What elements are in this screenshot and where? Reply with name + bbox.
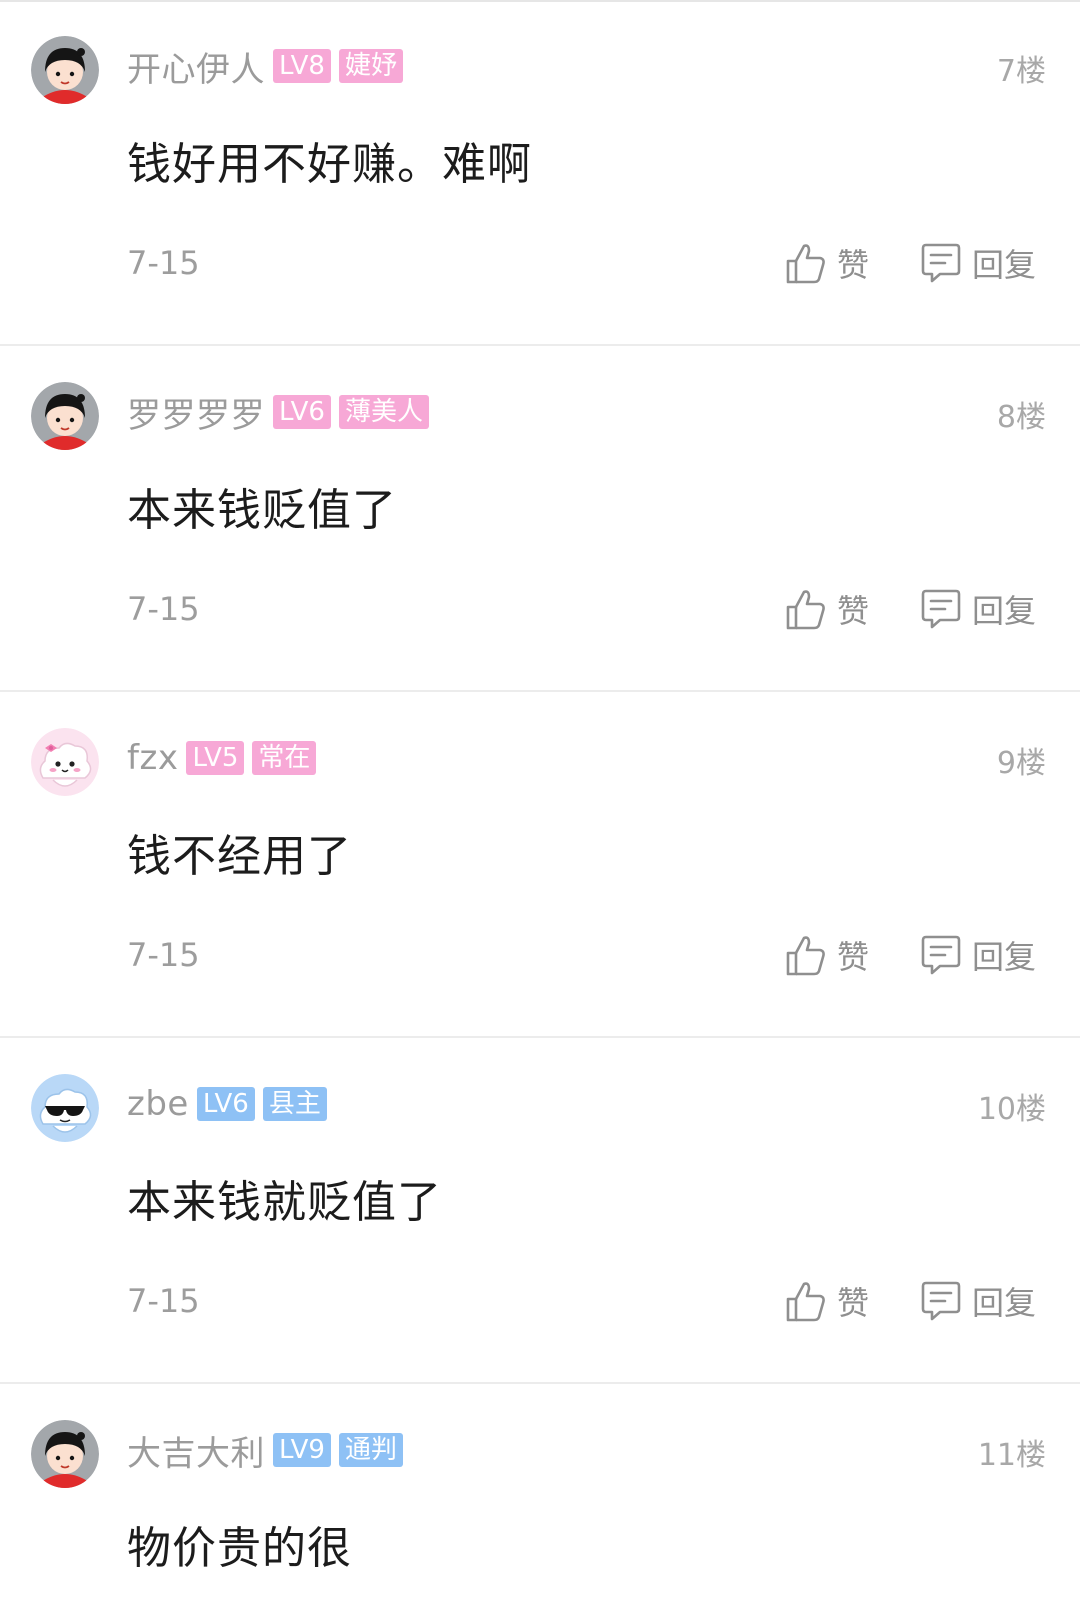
user-avatar[interactable] bbox=[31, 36, 99, 104]
user-avatar[interactable] bbox=[31, 382, 99, 450]
like-label: 赞 bbox=[837, 592, 870, 630]
like-label: 赞 bbox=[837, 938, 870, 976]
floor-number: 10楼 bbox=[977, 1092, 1046, 1127]
floor-number: 9楼 bbox=[996, 746, 1046, 781]
reply-button[interactable]: 回复 bbox=[920, 1276, 1036, 1326]
level-badge: LV8 bbox=[273, 49, 331, 83]
comment-bubble-icon bbox=[921, 1281, 961, 1321]
reply-label: 回复 bbox=[972, 592, 1037, 630]
girl-avatar-icon bbox=[31, 1420, 99, 1488]
comment-text: 钱不经用了 bbox=[127, 831, 352, 882]
title-badge: 薄美人 bbox=[338, 395, 429, 429]
level-badge: LV9 bbox=[273, 1433, 331, 1467]
floor-number: 8楼 bbox=[996, 400, 1046, 435]
user-meta: 开心伊人 LV8 婕妤 bbox=[127, 42, 403, 90]
floor-number: 7楼 bbox=[996, 54, 1046, 89]
title-badge: 县主 bbox=[262, 1087, 327, 1121]
comment-text: 钱好用不好赚。难啊 bbox=[127, 139, 532, 190]
user-avatar[interactable] bbox=[31, 728, 99, 796]
title-badge: 通判 bbox=[338, 1433, 403, 1467]
level-badge: LV6 bbox=[196, 1087, 255, 1121]
comment-date: 7-15 bbox=[127, 590, 200, 628]
girl-avatar-icon bbox=[31, 36, 99, 104]
comment-item: 开心伊人 LV8 婕妤 7楼 钱好用不好赚。难啊 7-15 赞 回复 bbox=[0, 0, 1080, 346]
user-meta: zbe LV6 县主 bbox=[127, 1080, 327, 1128]
comment-bubble-icon bbox=[921, 589, 961, 629]
comment-text: 本来钱就贬值了 bbox=[127, 1177, 442, 1228]
pink-cloud-avatar-icon bbox=[31, 728, 99, 796]
user-meta: 罗罗罗罗 LV6 薄美人 bbox=[127, 388, 429, 436]
thumbs-up-icon bbox=[786, 1282, 825, 1322]
reply-label: 回复 bbox=[972, 1284, 1037, 1322]
username[interactable]: 开心伊人 bbox=[127, 42, 265, 91]
comment-date: 7-15 bbox=[127, 1282, 200, 1320]
user-meta: fzx LV5 常在 bbox=[127, 734, 317, 782]
girl-avatar-icon bbox=[31, 382, 99, 450]
like-button[interactable]: 赞 bbox=[785, 584, 869, 634]
like-button[interactable]: 赞 bbox=[785, 238, 869, 288]
comment-item: 大吉大利 LV9 通判 11楼 物价贵的很 bbox=[0, 1384, 1080, 1624]
like-button[interactable]: 赞 bbox=[785, 930, 869, 980]
comment-item: fzx LV5 常在 9楼 钱不经用了 7-15 赞 回复 bbox=[0, 692, 1080, 1038]
reply-label: 回复 bbox=[972, 938, 1037, 976]
comment-date: 7-15 bbox=[127, 936, 200, 974]
level-badge: LV5 bbox=[186, 741, 245, 775]
username[interactable]: zbe bbox=[127, 1084, 189, 1124]
reply-button[interactable]: 回复 bbox=[920, 238, 1036, 288]
title-badge: 婕妤 bbox=[338, 49, 403, 83]
username[interactable]: 大吉大利 bbox=[127, 1426, 265, 1475]
username[interactable]: 罗罗罗罗 bbox=[127, 388, 265, 437]
comment-item: zbe LV6 县主 10楼 本来钱就贬值了 7-15 赞 回复 bbox=[0, 1038, 1080, 1384]
reply-button[interactable]: 回复 bbox=[920, 584, 1036, 634]
user-avatar[interactable] bbox=[31, 1420, 99, 1488]
user-avatar[interactable] bbox=[31, 1074, 99, 1142]
like-button[interactable]: 赞 bbox=[785, 1276, 869, 1326]
comment-bubble-icon bbox=[921, 935, 961, 975]
username[interactable]: fzx bbox=[127, 738, 178, 778]
comment-text: 物价贵的很 bbox=[127, 1523, 352, 1574]
like-label: 赞 bbox=[837, 1284, 870, 1322]
floor-number: 11楼 bbox=[977, 1438, 1046, 1473]
thumbs-up-icon bbox=[786, 244, 825, 284]
thumbs-up-icon bbox=[786, 936, 825, 976]
like-label: 赞 bbox=[837, 246, 870, 284]
comment-bubble-icon bbox=[921, 243, 961, 283]
thumbs-up-icon bbox=[786, 590, 825, 630]
comment-date: 7-15 bbox=[127, 244, 200, 282]
level-badge: LV6 bbox=[273, 395, 331, 429]
sunglasses-cloud-avatar-icon bbox=[31, 1074, 99, 1142]
user-meta: 大吉大利 LV9 通判 bbox=[127, 1426, 403, 1474]
reply-button[interactable]: 回复 bbox=[920, 930, 1036, 980]
comment-text: 本来钱贬值了 bbox=[127, 485, 397, 536]
comment-item: 罗罗罗罗 LV6 薄美人 8楼 本来钱贬值了 7-15 赞 回复 bbox=[0, 346, 1080, 692]
title-badge: 常在 bbox=[252, 741, 317, 775]
reply-label: 回复 bbox=[972, 246, 1037, 284]
